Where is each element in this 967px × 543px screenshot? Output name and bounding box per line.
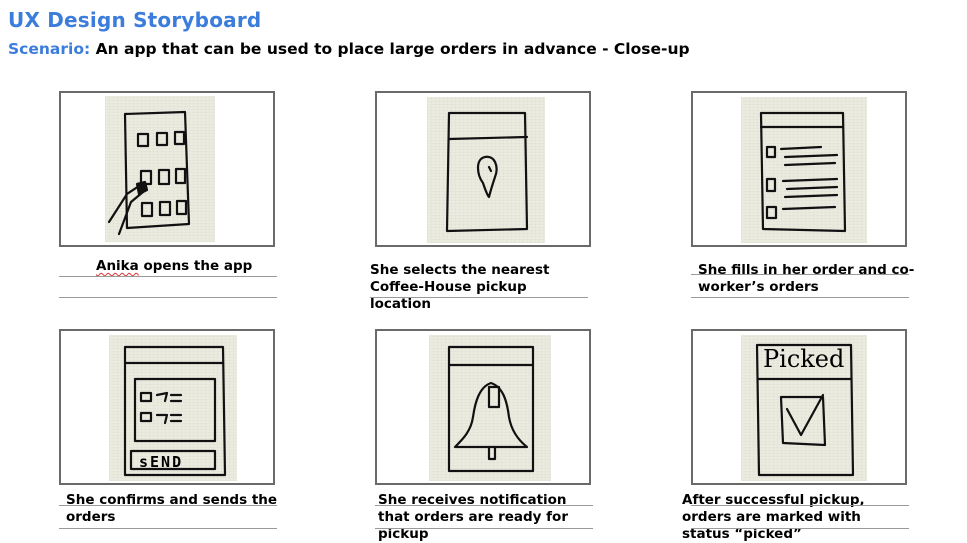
caption-rule	[59, 528, 277, 529]
scenario-text: An app that can be used to place large o…	[95, 40, 690, 58]
scenario-line: Scenario: An app that can be used to pla…	[8, 40, 690, 58]
storyboard-panel-3	[691, 91, 907, 247]
caption-rule	[375, 528, 593, 529]
panel-6-caption: After successful pickup, orders are mark…	[682, 492, 865, 542]
caption-rule	[691, 528, 909, 529]
storyboard-panel-5	[375, 329, 591, 485]
caption-name: Anika	[96, 258, 139, 274]
panel-3-caption: She fills in her order and co-worker’s o…	[698, 262, 915, 295]
caption-rule	[691, 505, 909, 506]
caption-rule	[59, 276, 277, 277]
caption-rule	[691, 274, 909, 275]
storyboard-panel-1	[59, 91, 275, 247]
map-pin-sketch	[427, 97, 545, 243]
panel-1-caption: Anika opens the app	[96, 258, 314, 275]
panel-5-caption: She receives notification that orders ar…	[378, 492, 568, 542]
picked-label: Picked	[763, 345, 845, 373]
caption-rule	[691, 297, 909, 298]
send-orders-sketch: sEND	[109, 335, 237, 481]
storyboard-panel-4: sEND	[59, 329, 275, 485]
panel-2-caption: She selects the nearest Coffee-House pic…	[370, 262, 550, 312]
order-list-sketch	[741, 97, 867, 243]
send-label: sEND	[139, 453, 184, 471]
caption-rest: opens the app	[138, 258, 253, 274]
caption-rule	[370, 297, 588, 298]
app-grid-sketch	[105, 96, 215, 242]
scenario-label: Scenario:	[8, 40, 91, 58]
bell-notification-sketch	[429, 335, 551, 481]
caption-rule	[375, 505, 593, 506]
caption-rule	[59, 297, 277, 298]
storyboard-panel-2	[375, 91, 591, 247]
panel-4-caption: She confirms and sends the orders	[66, 492, 278, 525]
picked-status-sketch: Picked	[741, 335, 867, 481]
storyboard-panel-6: Picked	[691, 329, 907, 485]
page-title: UX Design Storyboard	[8, 8, 262, 32]
caption-rule	[59, 505, 277, 506]
